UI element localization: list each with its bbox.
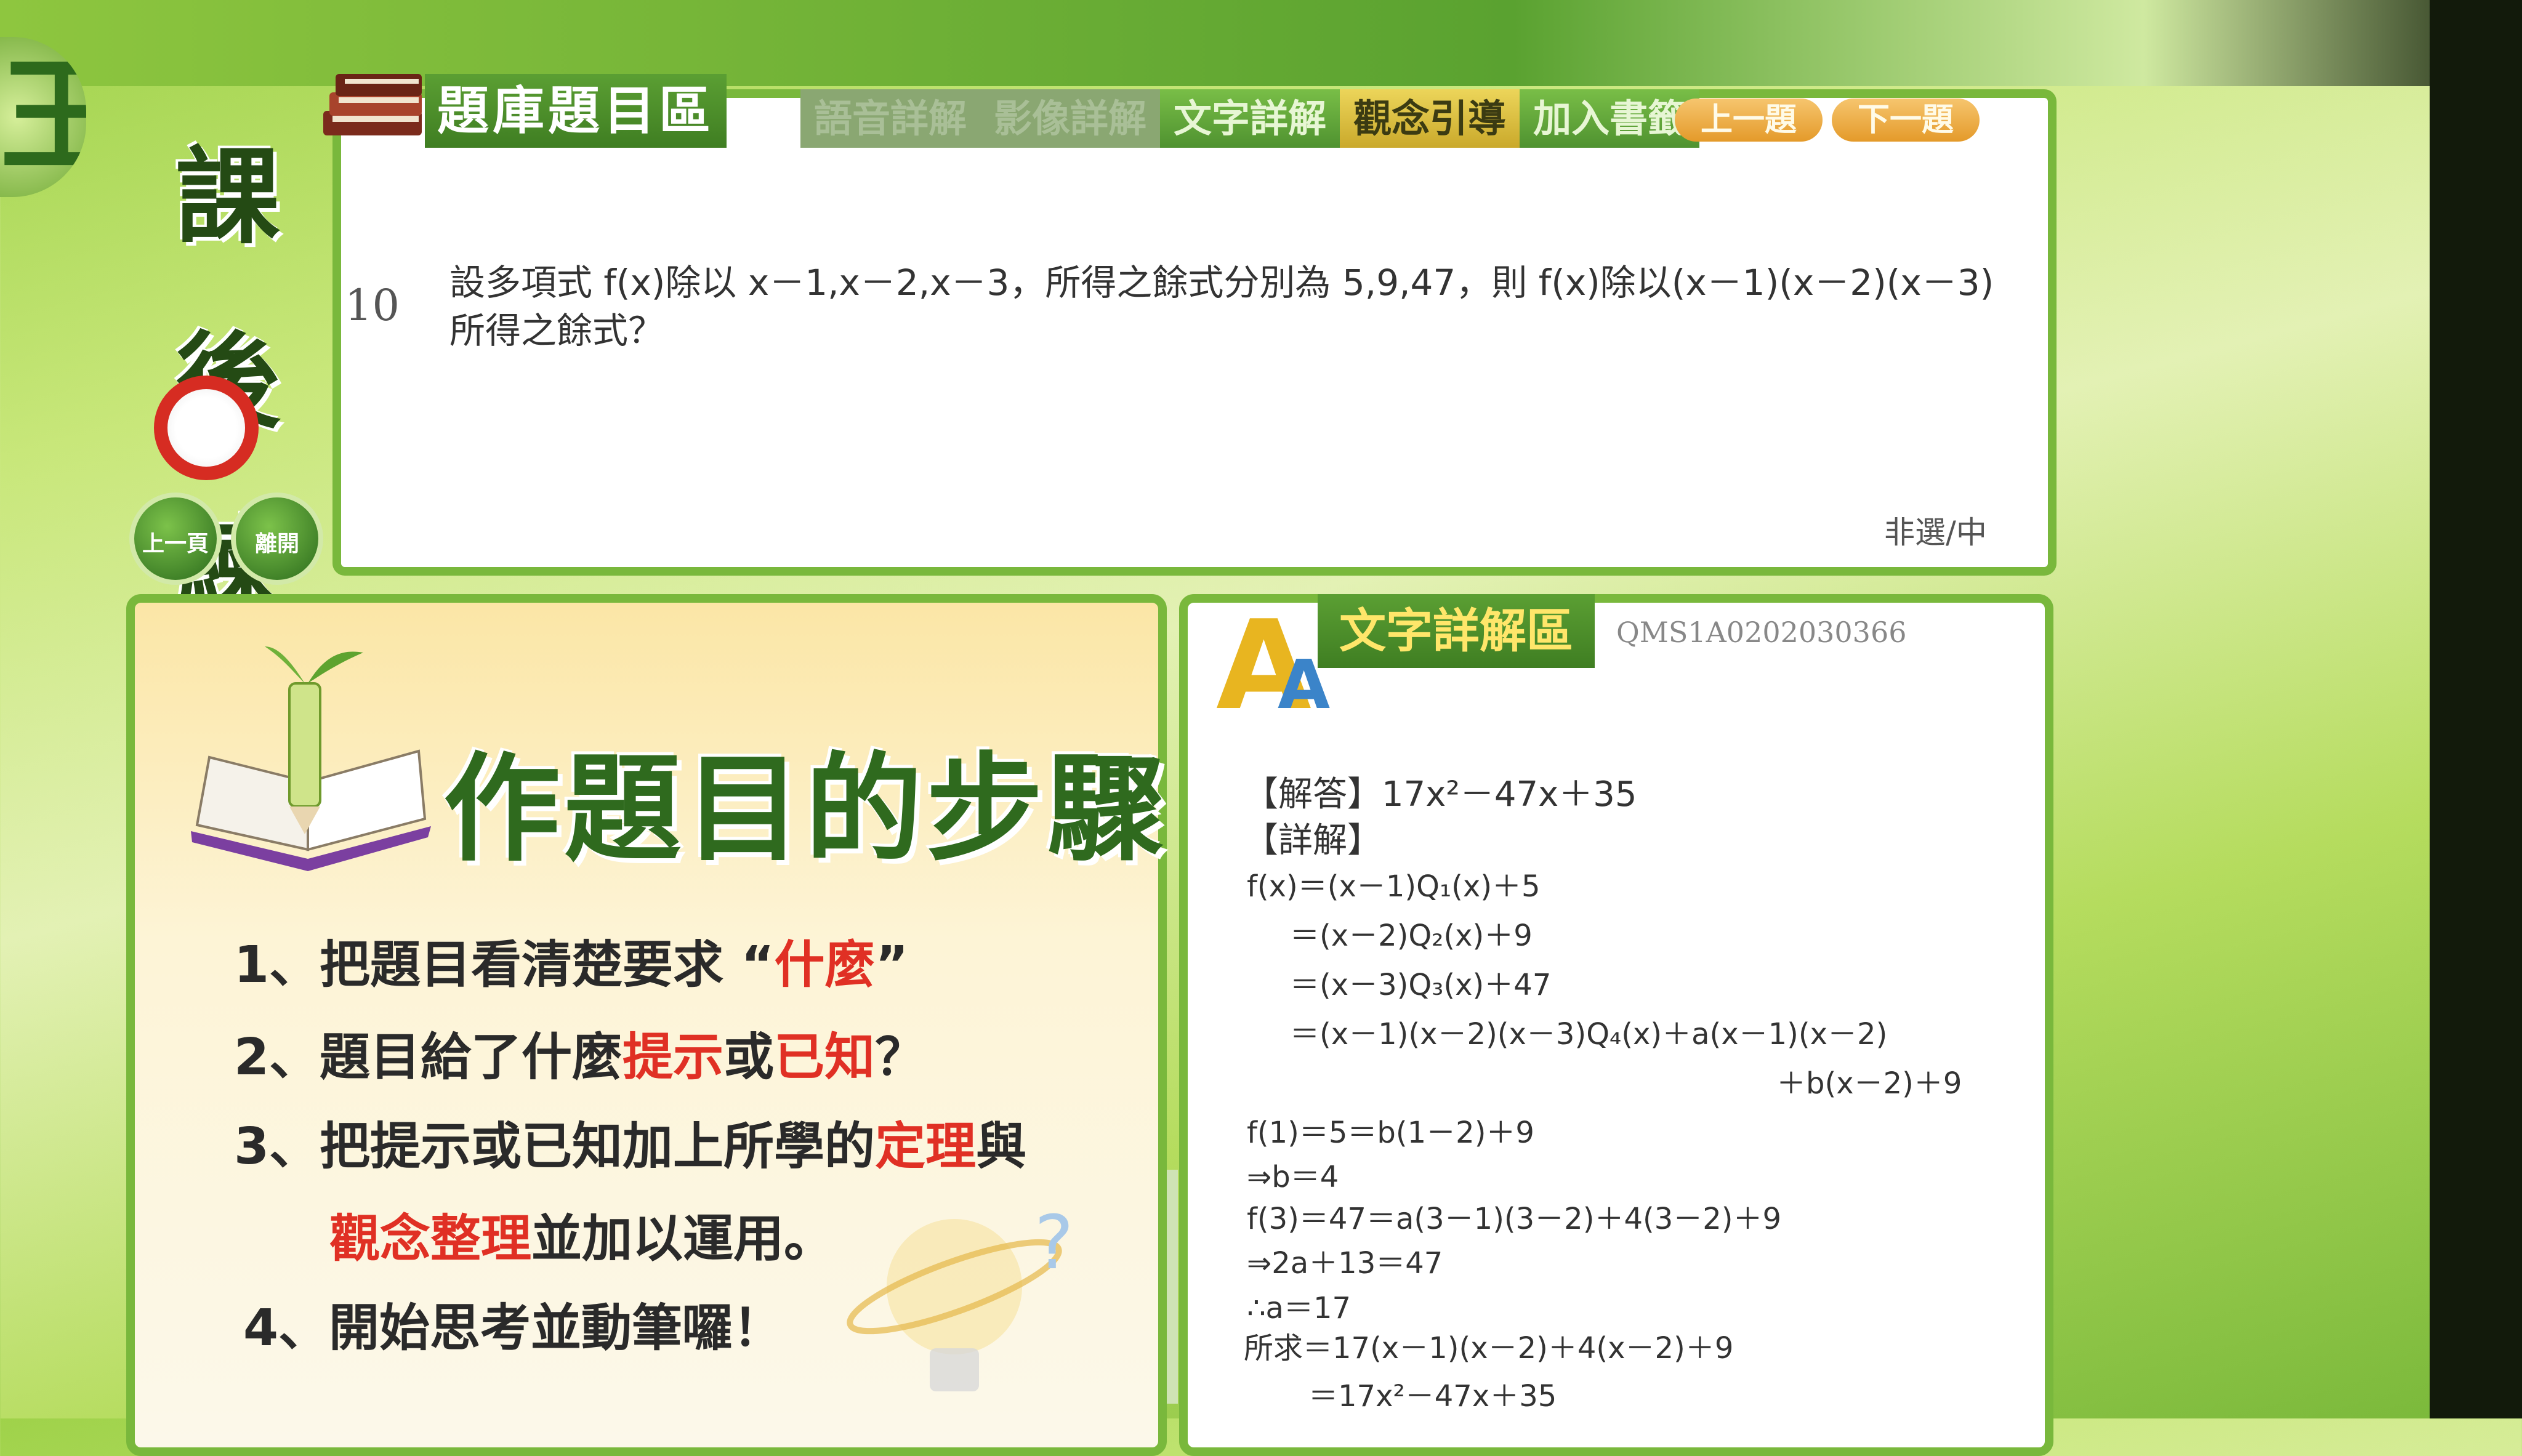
svg-text:?: ? xyxy=(1034,1201,1074,1286)
question-tabs: 語音詳解 影像詳解 文字詳解 觀念引導 加入書籤 xyxy=(800,89,1700,148)
solution-line: 所求＝17(x－1)(x－2)＋4(x－2)＋9 xyxy=(1244,1331,1734,1366)
solution-line: ＝(x－3)Q₃(x)＋47 xyxy=(1290,968,1552,1002)
solution-line: f(1)＝5＝b(1－2)＋9 xyxy=(1247,1116,1534,1150)
steps-scrollbar[interactable] xyxy=(1167,1170,1178,1404)
step-3-continued: 觀念整理並加以運用。 xyxy=(329,1197,834,1271)
step-1-prefix: 1、把題目看清楚要求 “ xyxy=(234,936,775,994)
solution-line: ∴a＝17 xyxy=(1247,1291,1352,1325)
step-3b-suffix: 並加以運用。 xyxy=(531,1210,835,1268)
step-3-prefix: 3、把提示或已知加上所學的 xyxy=(234,1117,876,1176)
step-2-prefix: 2、題目給了什麼 xyxy=(234,1028,623,1087)
solution-line: ＝(x－2)Q₂(x)＋9 xyxy=(1290,919,1533,953)
steps-title: 作題目的步驟 xyxy=(443,741,1168,877)
step-1-suffix: ” xyxy=(875,936,909,994)
solution-line: ＝17x²－47x＋35 xyxy=(1308,1379,1557,1414)
prev-page-button[interactable]: 上一頁 xyxy=(129,493,222,585)
step-2-suffix: ？ xyxy=(875,1028,926,1087)
step-3b-highlight: 觀念整理 xyxy=(329,1210,532,1268)
tab-text-explanation[interactable]: 文字詳解 xyxy=(1160,89,1340,148)
step-3-suffix: 與 xyxy=(976,1117,1027,1176)
answer-line: 【解答】17x²－47x＋35 xyxy=(1244,774,1637,814)
solution-line: f(3)＝47＝a(3－1)(3－2)＋4(3－2)＋9 xyxy=(1247,1202,1782,1236)
question-number: 10 xyxy=(345,280,400,331)
title-char: 課 xyxy=(175,135,280,259)
tab-concept-guide[interactable]: 觀念引導 xyxy=(1340,89,1520,148)
step-1-highlight: 什麼 xyxy=(774,936,876,994)
step-2-mid: 或 xyxy=(723,1028,775,1087)
exit-label: 離開 xyxy=(254,531,299,556)
step-1: 1、把題目看清楚要求 “什麼” xyxy=(234,923,908,997)
step-4: 4、開始思考並動筆囉！ xyxy=(243,1299,784,1357)
solution-line: f(x)＝(x－1)Q₁(x)＋5 xyxy=(1247,869,1541,904)
question-area-title: 題庫題目區 xyxy=(425,74,727,148)
books-icon xyxy=(323,74,422,135)
solution-line: ＝(x－1)(x－2)(x－3)Q₄(x)＋a(x－1)(x－2) xyxy=(1290,1017,1888,1052)
step-3: 3、把提示或已知加上所學的定理與 xyxy=(234,1105,1026,1178)
prev-page-label: 上一頁 xyxy=(142,531,209,556)
step-3-highlight: 定理 xyxy=(875,1117,977,1176)
solution-line: ＋b(x－2)＋9 xyxy=(1776,1066,1962,1101)
step-2: 2、題目給了什麼提示或已知？ xyxy=(234,1016,925,1089)
tab-audio-explanation[interactable]: 語音詳解 xyxy=(800,89,981,148)
solution-line: ⇒b＝4 xyxy=(1247,1160,1339,1194)
question-type-difficulty: 非選/中 xyxy=(1884,515,1987,550)
solution-line: ⇒2a＋13＝47 xyxy=(1247,1246,1443,1281)
solution-area-title: 文字詳解區 xyxy=(1318,594,1595,668)
tab-video-explanation[interactable]: 影像詳解 xyxy=(980,89,1161,148)
open-book-pencil-icon xyxy=(191,646,431,871)
step-2-highlight-hint: 提示 xyxy=(622,1028,724,1087)
ring-icon xyxy=(154,376,259,480)
step-2-highlight-known: 已知 xyxy=(774,1028,876,1087)
tab-add-bookmark[interactable]: 加入書籤 xyxy=(1520,89,1700,148)
lightbulb-icon: ? xyxy=(847,1201,1074,1391)
exit-button[interactable]: 離開 xyxy=(231,493,323,585)
detail-heading: 【詳解】 xyxy=(1244,821,1382,861)
question-text: 設多項式 f(x)除以 x－1,x－2,x－3，所得之餘式分別為 5,9,47，… xyxy=(449,262,1994,352)
question-code: QMS1A0202030366 xyxy=(1616,616,1907,649)
prev-question-button[interactable]: 上一題 xyxy=(1675,99,1823,142)
screen-bezel xyxy=(2430,0,2522,1418)
next-question-button[interactable]: 下一題 xyxy=(1832,99,1980,142)
